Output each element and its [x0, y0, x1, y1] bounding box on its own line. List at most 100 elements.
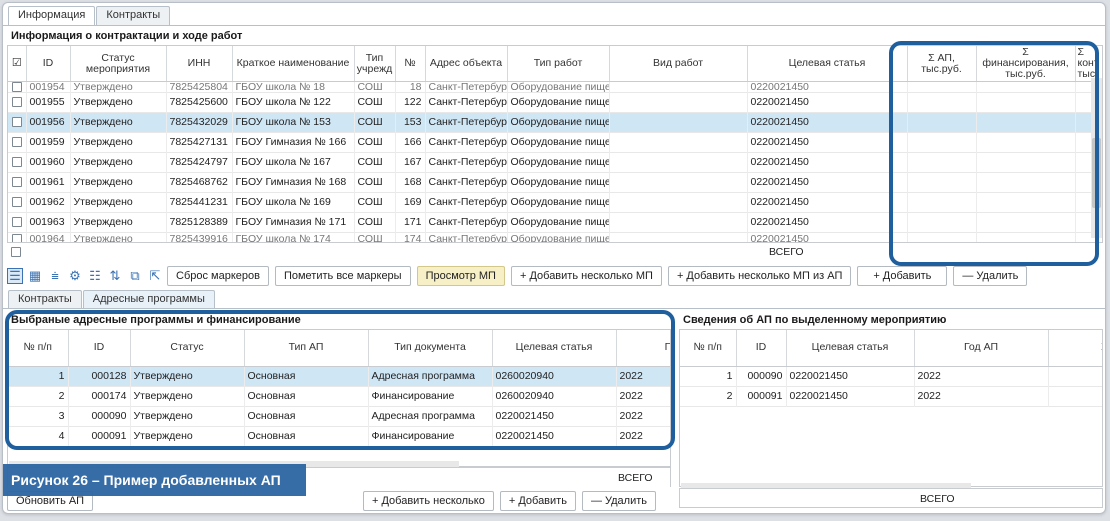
tab-address-programs[interactable]: Адресные программы: [82, 290, 215, 309]
row-checkbox[interactable]: [11, 117, 22, 128]
add-several-mp-from-ap-button[interactable]: + Добавить несколько МП из АП: [667, 266, 852, 286]
left-col-id[interactable]: ID: [68, 330, 131, 367]
left-add-several-button[interactable]: + Добавить несколько: [362, 491, 494, 511]
col-inn[interactable]: ИНН: [166, 46, 233, 82]
table-row[interactable]: 001956 Утверждено 7825432029 ГБОУ школа № 1…: [8, 112, 1102, 133]
row-checkbox-cell[interactable]: [8, 212, 27, 233]
row-checkbox[interactable]: [11, 137, 22, 148]
col-short-name[interactable]: Краткое наименование: [232, 46, 355, 82]
cell-sum: [976, 81, 1076, 93]
cell-doc-type: Адресная программа: [368, 406, 493, 426]
col-id[interactable]: ID: [26, 46, 71, 82]
cell-status: Утверждено: [70, 112, 167, 133]
cell-inn: 7825432029: [166, 112, 233, 133]
left-col-target-article[interactable]: Целевая статья: [492, 330, 617, 367]
col-work-kind[interactable]: Вид работ: [609, 46, 748, 82]
left-col-index[interactable]: № п/п: [8, 330, 69, 367]
col-address[interactable]: Адрес объекта: [425, 46, 508, 82]
reset-markers-button[interactable]: Сброс маркеров: [167, 266, 269, 286]
row-checkbox-cell[interactable]: [8, 112, 27, 133]
row-checkbox[interactable]: [11, 97, 22, 108]
delete-button[interactable]: — Удалить: [953, 266, 1028, 286]
row-checkbox[interactable]: [11, 157, 22, 168]
list-view-icon[interactable]: ☰: [7, 268, 23, 284]
row-checkbox[interactable]: [11, 197, 22, 208]
col-sum-contracts[interactable]: Σ конт тыс: [1075, 46, 1102, 82]
row-checkbox-cell[interactable]: [8, 172, 27, 193]
table-row[interactable]: 001962 Утверждено 7825441231 ГБОУ школа № 1…: [8, 192, 1102, 213]
right-col-index[interactable]: № п/п: [680, 330, 737, 367]
row-checkbox[interactable]: [11, 217, 22, 228]
col-number[interactable]: №: [395, 46, 426, 82]
table-row[interactable]: 2 000174 Утверждено Основная Финансирование 0…: [8, 386, 670, 406]
cell-doc-type: Финансирование: [368, 426, 493, 446]
row-checkbox-cell[interactable]: [8, 132, 27, 153]
cell-inst-type: СОШ: [354, 212, 396, 233]
tab-contracts[interactable]: Контракты: [96, 6, 171, 25]
table-row[interactable]: 2 000091 0220021450 2022: [680, 386, 1102, 406]
export-icon[interactable]: ⧉: [127, 268, 143, 284]
table-row[interactable]: 4 000091 Утверждено Основная Финансирование 0…: [8, 426, 670, 446]
table-row[interactable]: 001961 Утверждено 7825468762 ГБОУ Гимназия …: [8, 172, 1102, 193]
add-several-mp-button[interactable]: + Добавить несколько МП: [510, 266, 662, 286]
col-sum-financing[interactable]: Σ финансирования, тыс.руб.: [976, 46, 1076, 82]
left-col-year[interactable]: Го: [616, 330, 670, 367]
right-col-sum[interactable]: Σ А: [1048, 330, 1102, 367]
row-checkbox-cell[interactable]: [8, 192, 27, 213]
col-target-article[interactable]: Целевая статья: [747, 46, 908, 82]
cell-doc-type: Адресная программа: [368, 366, 493, 386]
cell-target-article: 0220021450: [747, 192, 908, 213]
col-sum-ap[interactable]: Σ АП, тыс.руб.: [907, 46, 977, 82]
cell-ap-type: Основная: [244, 406, 369, 426]
cell-work-type: Оборудование пищебло: [507, 212, 610, 233]
left-add-button[interactable]: + Добавить: [499, 491, 576, 511]
cell-inst-type: СОШ: [354, 172, 396, 193]
cell-number: 169: [395, 192, 426, 213]
row-checkbox[interactable]: [11, 177, 22, 188]
cell-sum: [907, 152, 977, 173]
right-col-id[interactable]: ID: [736, 330, 787, 367]
top-grid-scroll-thumb[interactable]: [1092, 138, 1101, 208]
table-row[interactable]: 001955 Утверждено 7825425600 ГБОУ школа № 1…: [8, 92, 1102, 113]
cell-work-kind: [609, 172, 748, 193]
add-button[interactable]: + Добавить: [857, 266, 948, 286]
tab-info[interactable]: Информация: [8, 6, 96, 25]
table-row[interactable]: 001960 Утверждено 7825424797 ГБОУ школа № 1…: [8, 152, 1102, 173]
cell-index: 1: [680, 366, 737, 386]
list-columns-icon[interactable]: ☷: [87, 268, 103, 284]
table-row[interactable]: 001959 Утверждено 7825427131 ГБОУ Гимназия …: [8, 132, 1102, 153]
col-status[interactable]: Статус мероприятия: [70, 46, 167, 82]
row-checkbox[interactable]: [11, 82, 22, 92]
left-col-doc-type[interactable]: Тип документа: [368, 330, 493, 367]
table-row[interactable]: 1 000090 0220021450 2022: [680, 366, 1102, 386]
left-delete-button[interactable]: — Удалить: [581, 491, 656, 511]
select-all-checkbox[interactable]: ☑: [8, 46, 27, 82]
sort-icon[interactable]: ⇅: [107, 268, 123, 284]
table-row[interactable]: 1 000128 Утверждено Основная Адресная програ…: [8, 366, 670, 386]
total-row-checkbox[interactable]: [11, 247, 21, 257]
filter-icon[interactable]: ⩧: [47, 268, 63, 284]
right-col-year[interactable]: Год АП: [914, 330, 1049, 367]
cell-index: 4: [8, 426, 69, 446]
cell-year: 2022: [914, 366, 1049, 386]
cell-id: 001962: [26, 192, 71, 213]
table-row[interactable]: 001954 Утверждено 7825425804 ГБОУ школа № 1…: [8, 81, 1102, 93]
tab-bottom-contracts[interactable]: Контракты: [8, 290, 82, 309]
row-checkbox-cell[interactable]: [8, 92, 27, 113]
open-external-icon[interactable]: ⇱: [147, 268, 163, 284]
top-grid-scrollbar[interactable]: [1091, 78, 1102, 238]
grid-view-icon[interactable]: ▦: [27, 268, 43, 284]
row-checkbox-cell[interactable]: [8, 152, 27, 173]
view-mp-button[interactable]: Просмотр МП: [416, 266, 505, 286]
right-col-target-article[interactable]: Целевая статья: [786, 330, 915, 367]
settings-gear-icon[interactable]: ⚙: [67, 268, 83, 284]
col-inst-type[interactable]: Тип учрежд: [354, 46, 396, 82]
row-checkbox-cell[interactable]: [8, 81, 27, 93]
left-col-status[interactable]: Статус: [130, 330, 245, 367]
cell-short-name: ГБОУ школа № 18: [232, 81, 355, 93]
table-row[interactable]: 001963 Утверждено 7825128389 ГБОУ Гимназия …: [8, 212, 1102, 233]
mark-all-markers-button[interactable]: Пометить все маркеры: [274, 266, 411, 286]
table-row[interactable]: 3 000090 Утверждено Основная Адресная програ…: [8, 406, 670, 426]
col-work-type[interactable]: Тип работ: [507, 46, 610, 82]
left-col-ap-type[interactable]: Тип АП: [244, 330, 369, 367]
